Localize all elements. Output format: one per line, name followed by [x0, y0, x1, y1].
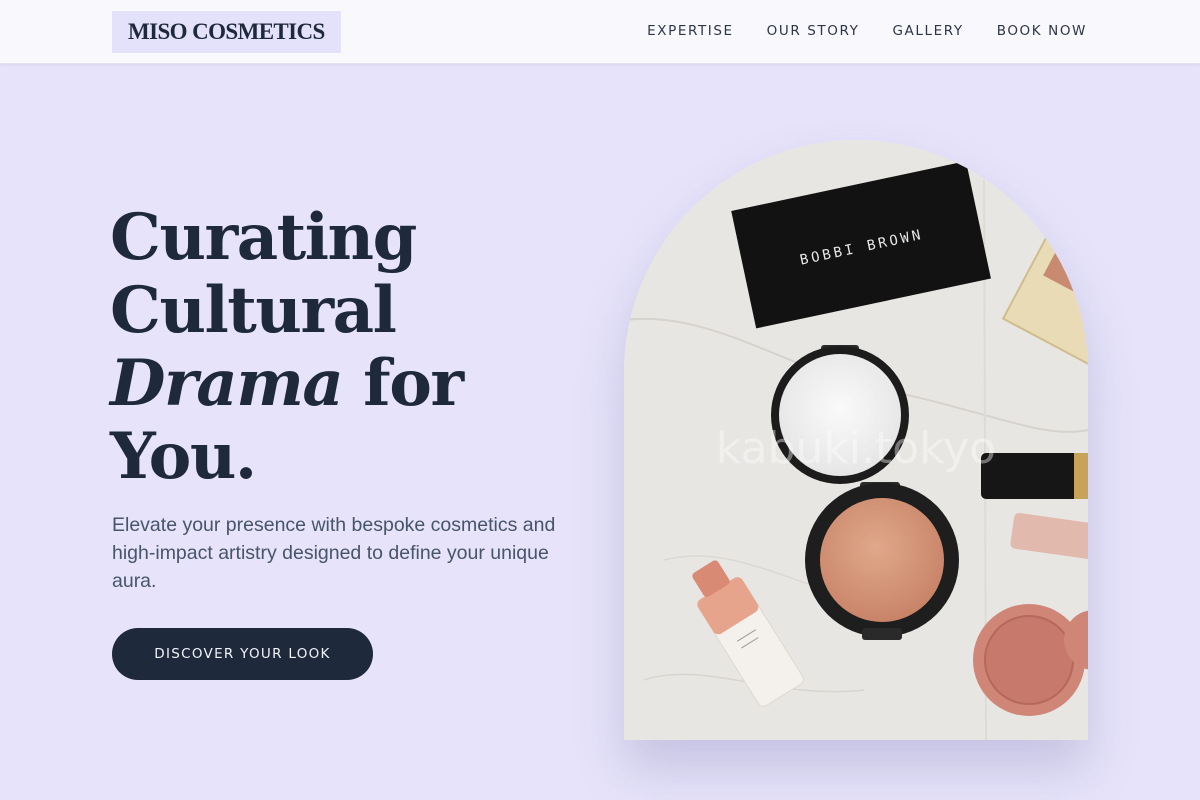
compact-clasp: [862, 628, 902, 640]
blush-pan: [820, 498, 944, 622]
brand-logo[interactable]: MISO COSMETICS: [112, 11, 341, 53]
hero-subtitle: Elevate your presence with bespoke cosme…: [112, 514, 556, 592]
headline-line-3: Drama for: [110, 346, 464, 421]
image-watermark: kabuki.tokyo: [716, 423, 996, 474]
headline-line-1: Curating: [110, 200, 417, 275]
palette-pan: [1082, 262, 1088, 316]
main-nav: EXPERTISE OUR STORY GALLERY BOOK NOW: [647, 0, 1087, 62]
headline-line-2: Cultural: [110, 273, 397, 348]
lipstick-body: [981, 453, 1088, 499]
hero-headline: Curating Cultural Drama for You.: [110, 200, 464, 494]
headline-italic-word: Drama: [110, 346, 344, 421]
discover-look-button[interactable]: DISCOVER YOUR LOOK: [112, 628, 373, 680]
headline-after-italic: for: [342, 346, 464, 421]
nav-link-gallery[interactable]: GALLERY: [892, 23, 963, 39]
nav-link-expertise[interactable]: EXPERTISE: [647, 23, 734, 39]
cosmetics-flatlay-image: BOBBI BROWN kabuki.tokyo: [624, 140, 1088, 740]
nav-link-our-story[interactable]: OUR STORY: [767, 23, 860, 39]
pink-blush-pan: [984, 615, 1074, 705]
lipstick-black: [981, 453, 1088, 499]
headline-line-4: You.: [110, 419, 257, 494]
hero-image-arch: BOBBI BROWN kabuki.tokyo: [624, 140, 1088, 740]
site-header: MISO COSMETICS EXPERTISE OUR STORY GALLE…: [0, 0, 1200, 64]
lipstick-gold-band: [1074, 453, 1088, 499]
nav-link-book-now[interactable]: BOOK NOW: [997, 23, 1087, 39]
